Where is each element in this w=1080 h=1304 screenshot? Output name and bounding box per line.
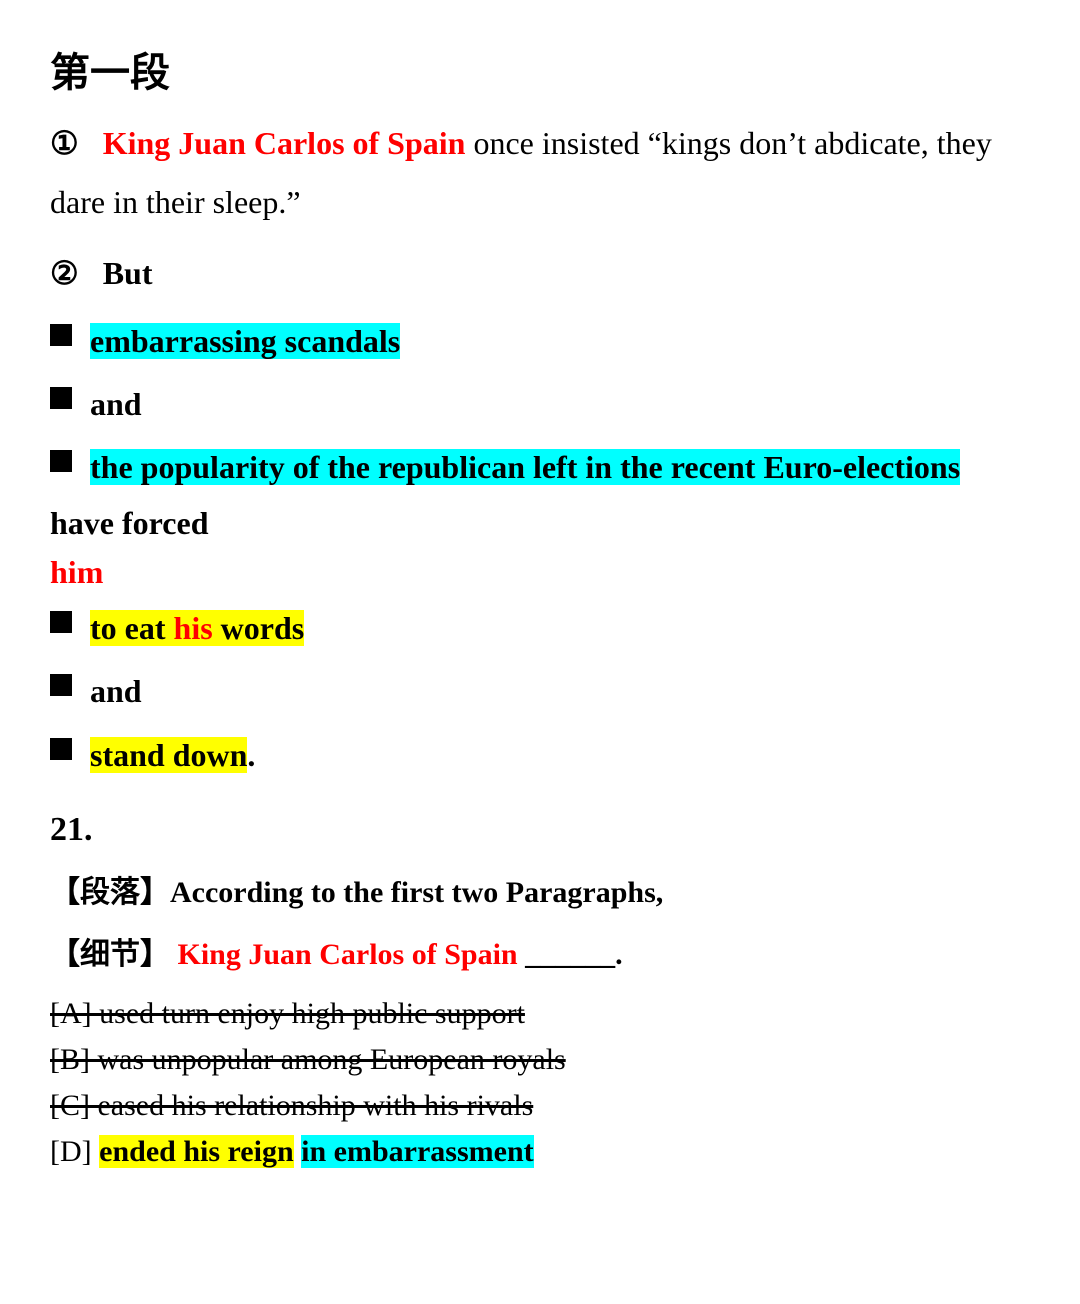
bullet-text-2: and: [90, 379, 1030, 430]
question-blank: ______.: [518, 938, 623, 971]
bullet-text-5: and: [90, 666, 1030, 717]
option-c: [C] eased his relationship with his riva…: [50, 1089, 1030, 1123]
section-title: 第一段: [50, 40, 1030, 98]
circle-num-2: ②: [50, 255, 79, 291]
paragraph1-rest: once insisted “kings don’t abdicate, the…: [465, 125, 991, 161]
bullet-item-4: to eat his words: [50, 603, 1030, 654]
bullet-square-2: [50, 387, 72, 409]
option-d: [D] ended his reign in embarrassment: [50, 1135, 1030, 1169]
question-tag-2: 【细节】 King Juan Carlos of Spain ______.: [50, 929, 1030, 973]
bullet-text-1: embarrassing scandals: [90, 316, 1030, 367]
bullet-item-1: embarrassing scandals: [50, 316, 1030, 367]
bullet-square-3: [50, 450, 72, 472]
bullet-square-5: [50, 674, 72, 696]
bullet4-red-his: his: [174, 610, 213, 646]
paragraph-1: ① King Juan Carlos of Spain once insiste…: [50, 118, 1030, 169]
paragraph-1-cont: dare in their sleep.”: [50, 177, 1030, 228]
bullet-text-3: the popularity of the republican left in…: [90, 442, 1030, 493]
bullet-square-4: [50, 611, 72, 633]
but-text: But: [103, 255, 153, 291]
bullet-item-5: and: [50, 666, 1030, 717]
bullet-item-3: the popularity of the republican left in…: [50, 442, 1030, 493]
circle-num-1: ①: [50, 125, 79, 161]
option-d-highlight1: ended his reign: [99, 1135, 294, 1168]
king-name-q: King Juan Carlos of Spain: [178, 938, 518, 971]
bullet-text-6: stand down.: [90, 730, 1030, 781]
have-forced-line: have forced: [50, 505, 1030, 542]
option-b: [B] was unpopular among European royals: [50, 1043, 1030, 1077]
bullet6-yellow-text: stand down: [90, 737, 247, 773]
bullet1-cyan-text: embarrassing scandals: [90, 323, 400, 359]
bullet-square-1: [50, 324, 72, 346]
bullet-text-4: to eat his words: [90, 603, 1030, 654]
bullet3-cyan-text: the popularity of the republican left in…: [90, 449, 960, 485]
option-d-prefix: [D]: [50, 1135, 99, 1168]
bracket-tag-2: 【细节】: [50, 938, 170, 971]
bullet-item-6: stand down.: [50, 730, 1030, 781]
him-line: him: [50, 554, 1030, 591]
option-d-highlight2: in embarrassment: [301, 1135, 533, 1168]
bullet-square-6: [50, 738, 72, 760]
paragraph-2-header: ② But: [50, 248, 1030, 299]
bullet6-period: .: [247, 737, 255, 773]
bullet4-yellow-part1: to eat: [90, 610, 174, 646]
option-a: [A] used turn enjoy high public support: [50, 997, 1030, 1031]
king-name-p1: King Juan Carlos of Spain: [103, 125, 466, 161]
bullet4-yellow-part2: words: [213, 610, 305, 646]
question-tag-1: 【段落】According to the first two Paragraph…: [50, 867, 1030, 911]
bullet-item-2: and: [50, 379, 1030, 430]
question-number: 21.: [50, 811, 1030, 849]
